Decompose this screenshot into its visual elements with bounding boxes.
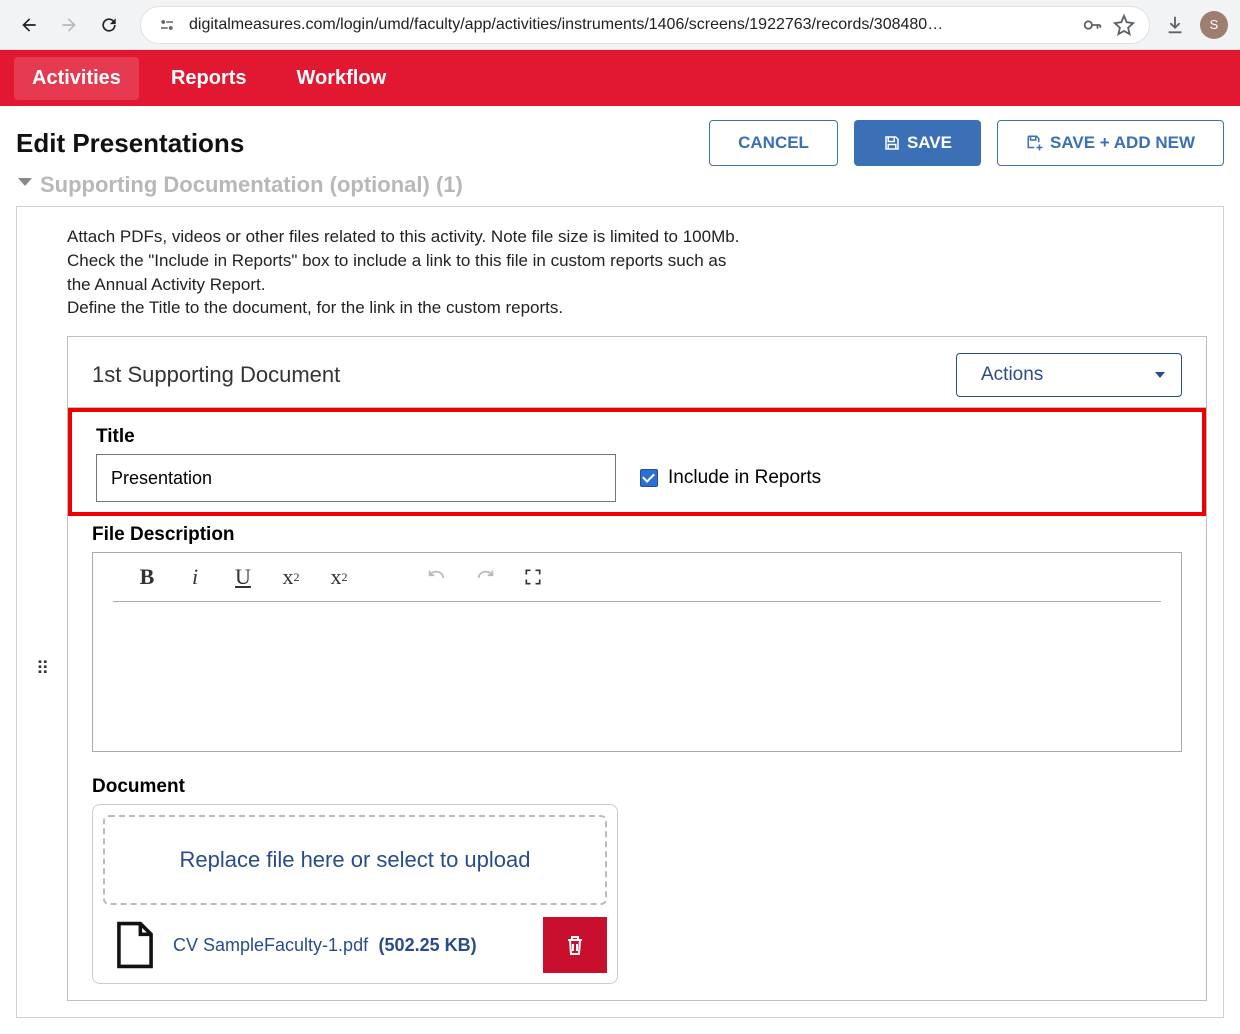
profile-avatar[interactable]: S <box>1200 11 1228 39</box>
drag-handle-icon[interactable]: ⠿ <box>36 658 51 679</box>
fullscreen-icon[interactable] <box>519 563 547 591</box>
document-label: Document <box>92 776 1182 798</box>
bold-icon[interactable]: B <box>133 563 161 591</box>
include-label: Include in Reports <box>668 467 821 489</box>
browser-forward-button[interactable] <box>52 8 86 42</box>
top-nav: Activities Reports Workflow <box>0 50 1240 106</box>
save-icon <box>883 134 901 152</box>
save-add-new-button[interactable]: SAVE + ADD NEW <box>997 120 1224 166</box>
section-toggle[interactable]: Supporting Documentation (optional) (1) <box>0 166 1240 206</box>
browser-reload-button[interactable] <box>92 8 126 42</box>
include-in-reports[interactable]: Include in Reports <box>640 467 821 489</box>
file-description-label: File Description <box>92 524 1182 546</box>
superscript-icon[interactable]: x2 <box>277 563 305 591</box>
page-title: Edit Presentations <box>16 128 244 159</box>
browser-back-button[interactable] <box>12 8 46 42</box>
uploaded-file-row: CV SampleFaculty-1.pdf (502.25 KB) <box>103 905 607 973</box>
browser-url-text: digitalmeasures.com/login/umd/faculty/ap… <box>189 16 1071 34</box>
tab-reports[interactable]: Reports <box>153 57 265 100</box>
browser-url-bar[interactable]: digitalmeasures.com/login/umd/faculty/ap… <box>140 6 1150 44</box>
actions-dropdown[interactable]: Actions <box>956 353 1182 397</box>
file-icon <box>113 920 157 970</box>
save-button-label: SAVE <box>907 133 952 153</box>
delete-file-button[interactable] <box>543 917 607 973</box>
card-title: 1st Supporting Document <box>92 362 340 388</box>
underline-icon[interactable]: U <box>229 563 257 591</box>
dropzone-text: Replace file here or select to upload <box>103 815 607 905</box>
title-highlight-box: Title Include in Reports <box>68 408 1206 516</box>
site-settings-icon[interactable] <box>155 13 179 37</box>
star-icon[interactable] <box>1113 14 1135 36</box>
file-dropzone[interactable]: Replace file here or select to upload CV… <box>92 804 618 984</box>
key-icon[interactable] <box>1081 14 1103 36</box>
redo-icon[interactable] <box>471 563 499 591</box>
save-add-new-label: SAVE + ADD NEW <box>1050 133 1195 153</box>
instructions-line: Define the Title to the document, for th… <box>67 296 1173 320</box>
save-button[interactable]: SAVE <box>854 120 981 166</box>
supporting-document-card: ⠿ 1st Supporting Document Actions Title … <box>67 336 1207 1001</box>
rich-text-editor[interactable]: B i U x2 x2 <box>92 552 1182 752</box>
title-input[interactable] <box>96 454 616 502</box>
italic-icon[interactable]: i <box>181 563 209 591</box>
tab-activities[interactable]: Activities <box>14 57 139 100</box>
subscript-icon[interactable]: x2 <box>325 563 353 591</box>
section-instructions: Attach PDFs, videos or other files relat… <box>17 207 1223 336</box>
instructions-line: Attach PDFs, videos or other files relat… <box>67 225 747 249</box>
downloads-icon[interactable] <box>1164 14 1186 36</box>
include-checkbox-icon[interactable] <box>640 469 658 487</box>
title-label: Title <box>96 426 1178 448</box>
instructions-line: Check the "Include in Reports" box to in… <box>67 249 747 297</box>
undo-icon[interactable] <box>423 563 451 591</box>
save-plus-icon <box>1026 134 1044 152</box>
tab-workflow[interactable]: Workflow <box>279 57 405 100</box>
trash-icon <box>563 932 587 958</box>
cancel-button[interactable]: CANCEL <box>709 120 838 166</box>
